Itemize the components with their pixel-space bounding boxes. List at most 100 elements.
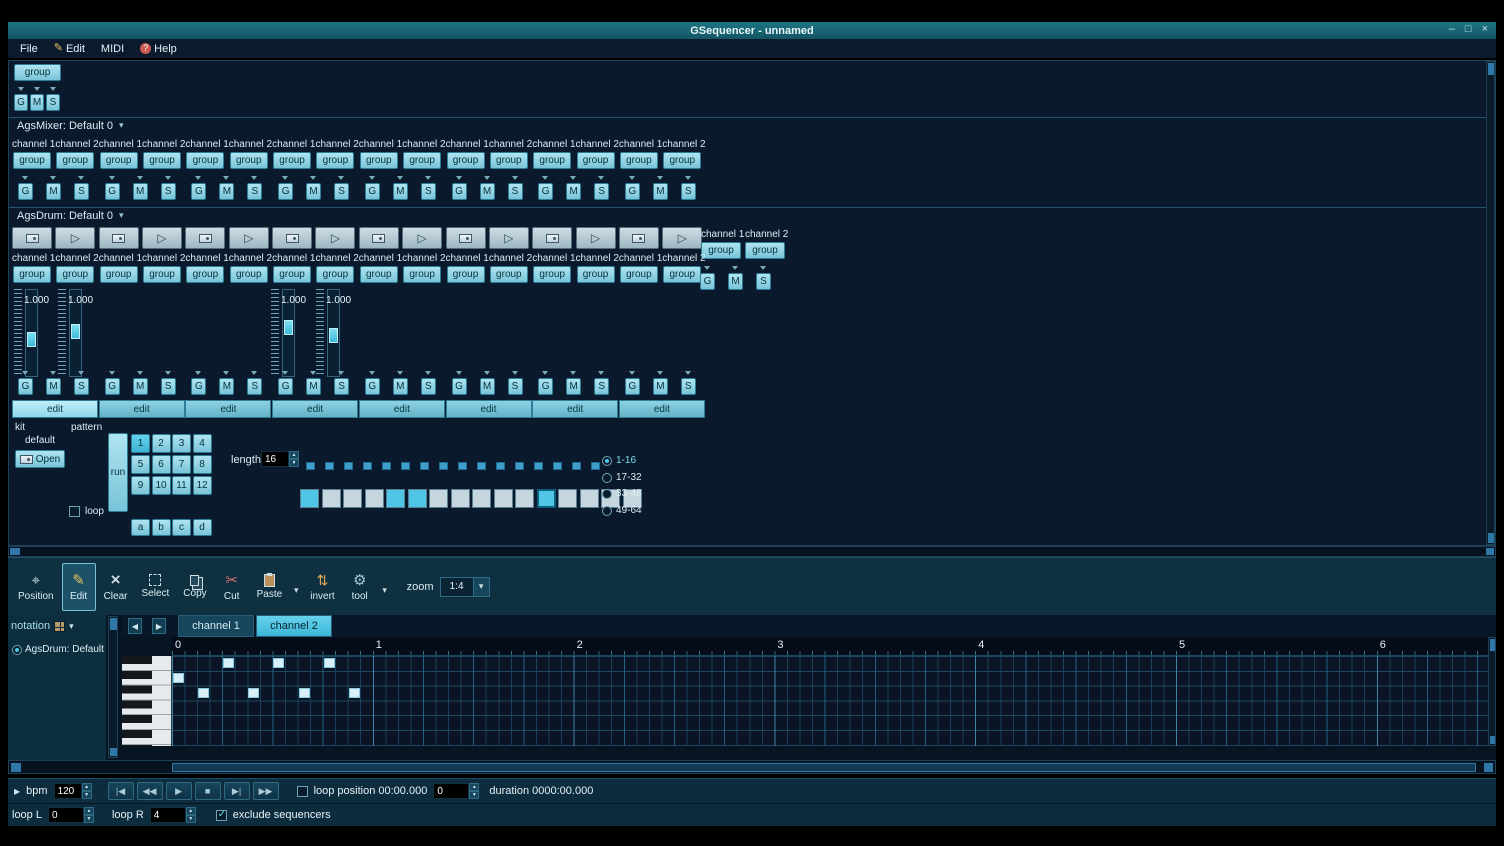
- drum-edit-tab[interactable]: edit: [272, 400, 358, 418]
- pattern-loop-checkbox[interactable]: [69, 506, 80, 517]
- mixer-gms-g-button[interactable]: G: [278, 183, 293, 200]
- mixer-expander[interactable]: AgsMixer: Default 0 ▾: [9, 117, 1495, 133]
- scrollbar-thumb[interactable]: [1488, 63, 1494, 75]
- mixer-gms-m-button[interactable]: M: [306, 183, 321, 200]
- rewind-button[interactable]: ◀◀: [137, 782, 163, 800]
- jump-to-end-button[interactable]: ▶▶: [253, 782, 279, 800]
- bank-button-3[interactable]: 3: [172, 434, 191, 453]
- spin-up-icon[interactable]: ▲: [469, 783, 479, 791]
- drum-gms-s-button[interactable]: S: [74, 378, 89, 395]
- drum-group-button[interactable]: group: [186, 266, 224, 283]
- bank-button-8[interactable]: 8: [193, 455, 212, 474]
- drum-pad-button[interactable]: [99, 227, 139, 249]
- drum-output-g-button[interactable]: G: [700, 273, 715, 290]
- mixer-gms-s-button[interactable]: S: [247, 183, 262, 200]
- toolbar-tool-button[interactable]: ⚙tool: [343, 563, 377, 611]
- position-spinner[interactable]: 0 ▲▼: [433, 783, 479, 799]
- drum-pad-button[interactable]: [619, 227, 659, 249]
- dropdown-arrow-icon[interactable]: ▾: [290, 563, 302, 611]
- notation-combo[interactable]: notation ▾: [11, 620, 74, 632]
- bank-button-5[interactable]: 5: [131, 455, 150, 474]
- drum-group-button[interactable]: group: [403, 266, 441, 283]
- drum-gms-g-button[interactable]: G: [18, 378, 33, 395]
- mixer-gms-s-button[interactable]: S: [681, 183, 696, 200]
- toolbar-select-button[interactable]: Select: [135, 563, 175, 611]
- machine-vertical-scrollbar[interactable]: [1486, 61, 1495, 545]
- drum-pad-button[interactable]: ▷: [55, 227, 95, 249]
- mixer-group-button[interactable]: group: [533, 152, 571, 169]
- drum-pad-button[interactable]: [272, 227, 312, 249]
- play-button[interactable]: ▶: [166, 782, 192, 800]
- pattern-cell[interactable]: [365, 489, 384, 508]
- pattern-cell[interactable]: [300, 489, 319, 508]
- bank-button-6[interactable]: 6: [152, 455, 171, 474]
- menu-edit[interactable]: ✎Edit: [46, 41, 93, 57]
- drum-gms-g-button[interactable]: G: [625, 378, 640, 395]
- spin-down-icon[interactable]: ▼: [186, 815, 196, 823]
- drum-pad-button[interactable]: [446, 227, 486, 249]
- toolbar-edit-button[interactable]: ✎Edit: [62, 563, 96, 611]
- drum-gms-m-button[interactable]: M: [219, 378, 234, 395]
- pattern-cell[interactable]: [537, 489, 556, 508]
- spin-up-icon[interactable]: ▲: [186, 807, 196, 815]
- mixer-gms-g-button[interactable]: G: [105, 183, 120, 200]
- drum-gms-s-button[interactable]: S: [247, 378, 262, 395]
- mixer-gms-g-button[interactable]: G: [365, 183, 380, 200]
- spinner-buttons[interactable]: ▲▼: [82, 783, 92, 799]
- drum-edit-tab[interactable]: edit: [532, 400, 618, 418]
- toolbar-invert-button[interactable]: ⇅invert: [304, 563, 340, 611]
- drum-volume-slider[interactable]: 1.000: [271, 289, 311, 377]
- drum-gms-s-button[interactable]: S: [421, 378, 436, 395]
- stop-button[interactable]: ■: [195, 782, 221, 800]
- playback-expander-icon[interactable]: ▶: [14, 787, 20, 796]
- note[interactable]: [223, 658, 234, 668]
- drum-pad-button[interactable]: ▷: [142, 227, 182, 249]
- drum-expander[interactable]: AgsDrum: Default 0 ▾: [9, 207, 1495, 223]
- drum-output-group-button[interactable]: group: [745, 242, 785, 259]
- pattern-cell[interactable]: [343, 489, 362, 508]
- drum-gms-g-button[interactable]: G: [105, 378, 120, 395]
- offset-range-radio-49-64[interactable]: [602, 506, 612, 516]
- mixer-gms-s-button[interactable]: S: [421, 183, 436, 200]
- toolbar-paste-button[interactable]: Paste: [251, 563, 289, 611]
- bank-button-7[interactable]: 7: [172, 455, 191, 474]
- loop-l-spinner[interactable]: 0 ▲▼: [48, 807, 94, 823]
- mixer-group-button[interactable]: group: [490, 152, 528, 169]
- zoom-dropdown-icon[interactable]: ▾: [474, 577, 490, 597]
- bank-button-4[interactable]: 4: [193, 434, 212, 453]
- jump-to-start-button[interactable]: |◀: [108, 782, 134, 800]
- offset-range-radio-1-16[interactable]: [602, 456, 612, 466]
- drum-pad-button[interactable]: ▷: [489, 227, 529, 249]
- open-button[interactable]: Open: [15, 450, 65, 468]
- zoom-select[interactable]: 1:4: [440, 577, 474, 597]
- drum-volume-slider[interactable]: 1.000: [316, 289, 356, 377]
- drum-group-button[interactable]: group: [490, 266, 528, 283]
- titlebar[interactable]: GSequencer - unnamed – □ ×: [8, 22, 1496, 39]
- drum-gms-g-button[interactable]: G: [365, 378, 380, 395]
- bank-button-2[interactable]: 2: [152, 434, 171, 453]
- notation-vertical-scrollbar[interactable]: [1488, 637, 1496, 746]
- position-value[interactable]: 0: [433, 783, 469, 799]
- pattern-cell[interactable]: [515, 489, 534, 508]
- drum-pad-button[interactable]: ▷: [402, 227, 442, 249]
- bank-letter-button-a[interactable]: a: [131, 519, 150, 536]
- drum-group-button[interactable]: group: [273, 266, 311, 283]
- forward-button[interactable]: ▶|: [224, 782, 250, 800]
- slider-handle[interactable]: [284, 320, 293, 335]
- drum-gms-s-button[interactable]: S: [161, 378, 176, 395]
- drum-group-button[interactable]: group: [143, 266, 181, 283]
- pattern-cell[interactable]: [451, 489, 470, 508]
- mixer-group-button[interactable]: group: [620, 152, 658, 169]
- mixer-group-button[interactable]: group: [100, 152, 138, 169]
- drum-edit-tab[interactable]: edit: [185, 400, 271, 418]
- mixer-gms-g-button[interactable]: G: [191, 183, 206, 200]
- machine-radio[interactable]: [12, 645, 22, 655]
- pattern-cell[interactable]: [580, 489, 599, 508]
- drum-group-button[interactable]: group: [360, 266, 398, 283]
- exclude-sequencers-checkbox[interactable]: [216, 810, 227, 821]
- drum-pad-button[interactable]: [532, 227, 572, 249]
- mixer-gms-g-button[interactable]: G: [452, 183, 467, 200]
- drum-gms-g-button[interactable]: G: [191, 378, 206, 395]
- drum-volume-slider[interactable]: 1.000: [58, 289, 98, 377]
- bank-button-12[interactable]: 12: [193, 476, 212, 495]
